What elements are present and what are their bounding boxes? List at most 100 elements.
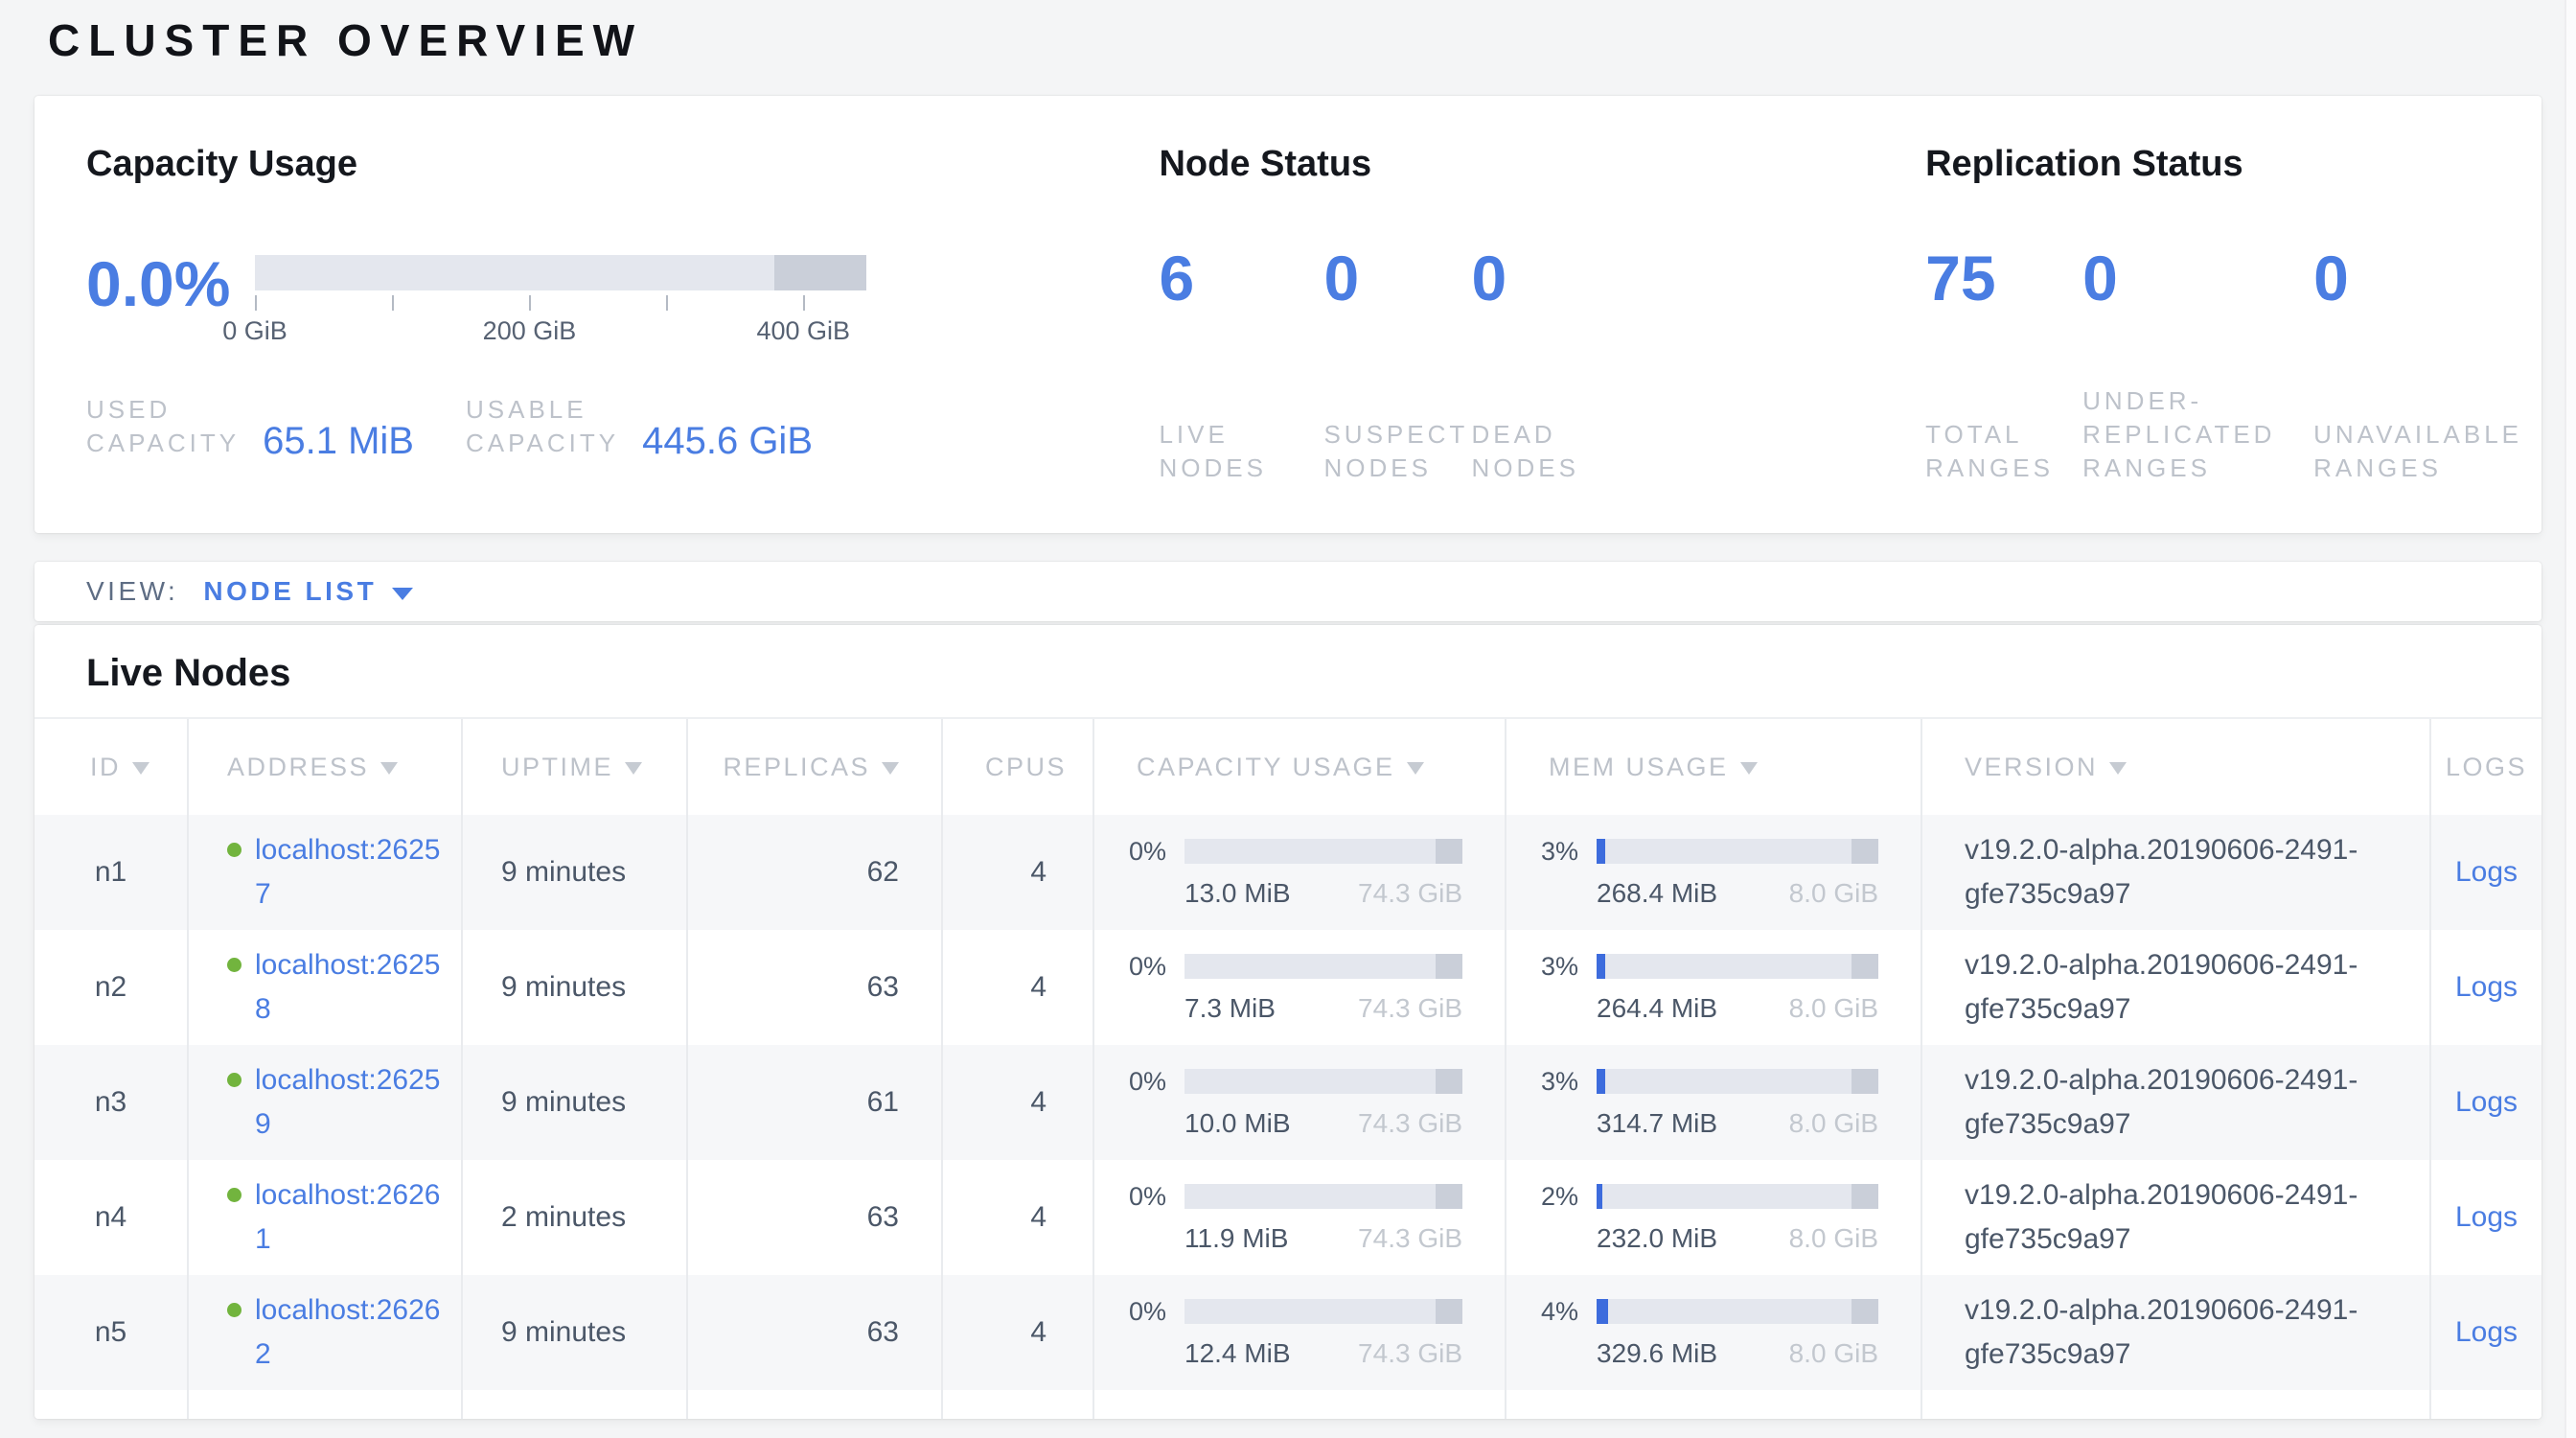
logs-link[interactable]: Logs: [2455, 1086, 2518, 1119]
node-uptime: 9 minutes: [463, 1045, 688, 1160]
node-id: n1: [34, 815, 189, 930]
mem-mini-bar: [1597, 954, 1878, 979]
node-address-link[interactable]: localhost:26261: [255, 1173, 447, 1262]
node-id: n2: [34, 930, 189, 1045]
node-cpus: 4: [943, 930, 1094, 1045]
replication-status-section: Replication Status 75 TOTAL RANGES 0 UND…: [1868, 142, 2542, 533]
live-status-dot-icon: [227, 1073, 242, 1087]
column-header-replicas[interactable]: REPLICAS: [688, 719, 943, 815]
usable-capacity-label: USABLE: [466, 393, 619, 427]
mem-mini-bar: [1597, 839, 1878, 864]
column-header-id[interactable]: ID: [34, 719, 189, 815]
column-header-capacity-usage[interactable]: CAPACITY USAGE: [1094, 719, 1506, 815]
table-row: n3 localhost:26259 9 minutes 61 4 0% 10.…: [34, 1045, 2542, 1160]
node-replicas: 62: [688, 815, 943, 930]
logs-link[interactable]: Logs: [2455, 856, 2518, 889]
mem-percent: 3%: [1541, 1067, 1597, 1097]
capacity-axis-ticks: [255, 295, 866, 313]
node-address-cell: localhost:26257: [189, 815, 463, 930]
summary-card: Capacity Usage 0.0%: [34, 96, 2542, 533]
suspect-nodes-stat: 0 SUSPECT NODES: [1323, 245, 1471, 485]
node-replicas: 63: [688, 1275, 943, 1390]
capacity-used-value: 12.4 MiB: [1184, 1338, 1291, 1369]
chevron-down-icon: [392, 588, 413, 600]
capacity-mini-bar: [1184, 839, 1462, 864]
logs-link[interactable]: Logs: [2455, 1201, 2518, 1234]
total-ranges-stat: 75 TOTAL RANGES: [1925, 245, 2082, 485]
node-address-link[interactable]: localhost:26262: [255, 1288, 447, 1377]
live-nodes-title: Live Nodes: [34, 625, 2542, 717]
scrollbar-track[interactable]: [2564, 0, 2576, 1438]
node-capacity-usage-cell: 0% 11.9 MiB 74.3 GiB: [1094, 1160, 1506, 1275]
mem-mini-bar: [1597, 1184, 1878, 1209]
column-header-cpus: CPUS: [943, 719, 1094, 815]
axis-label-0gib: 0 GiB: [222, 316, 288, 346]
capacity-bar-chart: 0 GiB 200 GiB 400 GiB: [255, 255, 866, 351]
node-version: v19.2.0-alpha.20190606-2491-gfe735c9a97: [1922, 1160, 2431, 1275]
sort-arrow-icon: [380, 762, 398, 775]
live-nodes-count: 6: [1159, 245, 1304, 311]
node-address-link[interactable]: localhost:26258: [255, 943, 447, 1032]
capacity-used-value: 10.0 MiB: [1184, 1108, 1291, 1139]
node-capacity-usage-cell: 0% 12.4 MiB 74.3 GiB: [1094, 1275, 1506, 1390]
usable-capacity-value: 445.6 GiB: [642, 420, 813, 463]
column-header-uptime[interactable]: UPTIME: [463, 719, 688, 815]
node-uptime: 9 minutes: [463, 1275, 688, 1390]
capacity-used-value: 7.3 MiB: [1184, 993, 1276, 1024]
sort-arrow-icon: [1407, 762, 1424, 775]
live-status-dot-icon: [227, 843, 242, 857]
mem-used-value: 329.6 MiB: [1597, 1338, 1717, 1369]
table-row: n4 localhost:26261 2 minutes 63 4 0% 11.…: [34, 1160, 2542, 1275]
view-bar: VIEW: NODE LIST: [34, 562, 2542, 621]
mem-total-value: 8.0 GiB: [1789, 993, 1878, 1024]
mem-total-value: 8.0 GiB: [1789, 1223, 1878, 1254]
capacity-used-value: 13.0 MiB: [1184, 878, 1291, 909]
mem-total-value: 8.0 GiB: [1789, 1338, 1878, 1369]
dead-nodes-stat: 0 DEAD NODES: [1471, 245, 1598, 485]
live-status-dot-icon: [227, 1303, 242, 1317]
capacity-percent: 0%: [1129, 952, 1184, 982]
capacity-mini-bar: [1184, 1299, 1462, 1324]
capacity-total-value: 74.3 GiB: [1358, 1108, 1462, 1139]
node-version: v19.2.0-alpha.20190606-2491-gfe735c9a97: [1922, 930, 2431, 1045]
table-row: n1 localhost:26257 9 minutes 62 4 0% 13.…: [34, 815, 2542, 930]
capacity-total-value: 74.3 GiB: [1358, 993, 1462, 1024]
column-header-mem-usage[interactable]: MEM USAGE: [1506, 719, 1922, 815]
mem-percent: 4%: [1541, 1297, 1597, 1327]
node-capacity-usage-cell: 0% 10.0 MiB 74.3 GiB: [1094, 1045, 1506, 1160]
node-cpus: 4: [943, 1160, 1094, 1275]
mem-total-value: 8.0 GiB: [1789, 878, 1878, 909]
view-label: VIEW:: [86, 576, 178, 607]
table-header-row: ID ADDRESS UPTIME REPLICAS CPUS CAPACITY…: [34, 717, 2542, 815]
mem-percent: 3%: [1541, 837, 1597, 867]
logs-link[interactable]: Logs: [2455, 971, 2518, 1004]
node-status-heading: Node Status: [1159, 142, 1868, 186]
column-header-logs: LOGS: [2431, 719, 2542, 815]
node-logs-cell: Logs: [2431, 930, 2542, 1045]
node-cpus: 4: [943, 1275, 1094, 1390]
node-logs-cell: Logs: [2431, 1160, 2542, 1275]
sort-arrow-icon: [2109, 762, 2127, 775]
node-uptime: 9 minutes: [463, 930, 688, 1045]
node-logs-cell: Logs: [2431, 1045, 2542, 1160]
node-address-link[interactable]: localhost:26259: [255, 1058, 447, 1147]
node-status-section: Node Status 6 LIVE NODES 0 SUSPECT: [1101, 142, 1868, 533]
capacity-bar-endcap: [774, 255, 866, 290]
capacity-total-value: 74.3 GiB: [1358, 1223, 1462, 1254]
column-header-address[interactable]: ADDRESS: [189, 719, 463, 815]
node-version: v19.2.0-alpha.20190606-2491-gfe735c9a97: [1922, 1045, 2431, 1160]
logs-link[interactable]: Logs: [2455, 1316, 2518, 1349]
node-logs-cell: Logs: [2431, 815, 2542, 930]
view-selector-dropdown[interactable]: NODE LIST: [203, 576, 413, 607]
sort-arrow-icon: [625, 762, 642, 775]
replication-status-heading: Replication Status: [1925, 142, 2542, 186]
used-capacity-label: USED: [86, 393, 240, 427]
node-replicas: 61: [688, 1045, 943, 1160]
node-mem-usage-cell: 3% 268.4 MiB 8.0 GiB: [1506, 815, 1922, 930]
column-header-version[interactable]: VERSION: [1922, 719, 2431, 815]
table-row-clipped: [34, 1390, 2542, 1419]
table-row: n2 localhost:26258 9 minutes 63 4 0% 7.3…: [34, 930, 2542, 1045]
node-address-link[interactable]: localhost:26257: [255, 828, 447, 916]
live-status-dot-icon: [227, 1188, 242, 1202]
capacity-used-value: 11.9 MiB: [1184, 1223, 1288, 1254]
